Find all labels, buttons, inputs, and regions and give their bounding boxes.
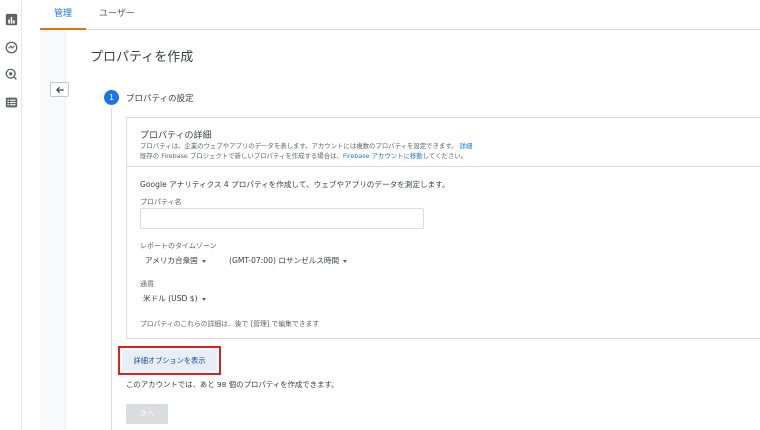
tab-users[interactable]: ユーザー (85, 0, 149, 30)
card-description: プロパティは、企業のウェブやアプリのデータを表します。アカウントには複数のプロパ… (140, 142, 472, 161)
property-name-input[interactable] (140, 208, 424, 229)
desc-line-2-suffix: してください。 (422, 151, 468, 160)
firebase-account-link[interactable]: Firebase アカウントに移動 (343, 152, 423, 160)
property-name-label: プロパティ名 (140, 198, 182, 206)
next-button[interactable]: 次へ (126, 404, 168, 424)
timezone-zone-dropdown[interactable]: (GMT-07:00) ロサンゼルス時間 (229, 255, 348, 266)
list-icon[interactable] (4, 95, 18, 109)
show-advanced-options-button[interactable]: 詳細オプションを表示 (122, 350, 217, 371)
currency-dropdown[interactable]: 米ドル (USD $) (143, 293, 206, 304)
explore-icon[interactable] (4, 67, 18, 81)
edit-later-note: プロパティのこれらの詳細は、後で [管理] で編集できます (140, 320, 320, 328)
bar-chart-icon[interactable] (4, 12, 18, 26)
page-title: プロパティを作成 (90, 50, 194, 65)
dropdown-caret-icon (201, 259, 206, 263)
realtime-icon[interactable] (4, 40, 18, 54)
step-number-badge: 1 (104, 90, 119, 105)
arrow-left-icon (55, 86, 64, 93)
form-intro: Google アナリティクス 4 プロパティを作成して、ウェブやアプリのデータを… (140, 180, 450, 189)
timezone-label: レポートのタイムゾーン (140, 242, 217, 250)
dropdown-caret-icon (343, 259, 348, 263)
timezone-country-dropdown[interactable]: アメリカ合衆国 (145, 255, 206, 266)
learn-more-link[interactable]: 詳細 (460, 142, 473, 150)
timezone-country-value: アメリカ合衆国 (145, 256, 198, 265)
stepper-line (111, 108, 112, 430)
top-tab-bar: 管理 ユーザー (40, 0, 760, 30)
step-label: プロパティの設定 (126, 94, 194, 104)
card-title: プロパティの詳細 (140, 131, 212, 141)
currency-value: 米ドル (USD $) (143, 294, 198, 303)
card-header: プロパティの詳細 プロパティは、企業のウェブやアプリのデータを表します。アカウン… (127, 118, 760, 167)
desc-line-2-prefix: 既存の Firebase プロジェクトで新しいプロパティを作成する場合は、 (140, 151, 343, 160)
left-nav-rail (0, 0, 22, 430)
remaining-properties-text: このアカウントでは、あと 98 個のプロパティを作成できます。 (126, 380, 339, 389)
timezone-zone-value: (GMT-07:00) ロサンゼルス時間 (229, 256, 340, 265)
tab-admin[interactable]: 管理 (40, 0, 87, 30)
currency-label: 通貨 (140, 280, 154, 288)
property-details-card: プロパティの詳細 プロパティは、企業のウェブやアプリのデータを表します。アカウン… (126, 117, 760, 339)
back-button[interactable] (50, 82, 69, 97)
dropdown-caret-icon (201, 297, 206, 301)
desc-line-1: プロパティは、企業のウェブやアプリのデータを表します。アカウントには複数のプロパ… (140, 142, 458, 150)
